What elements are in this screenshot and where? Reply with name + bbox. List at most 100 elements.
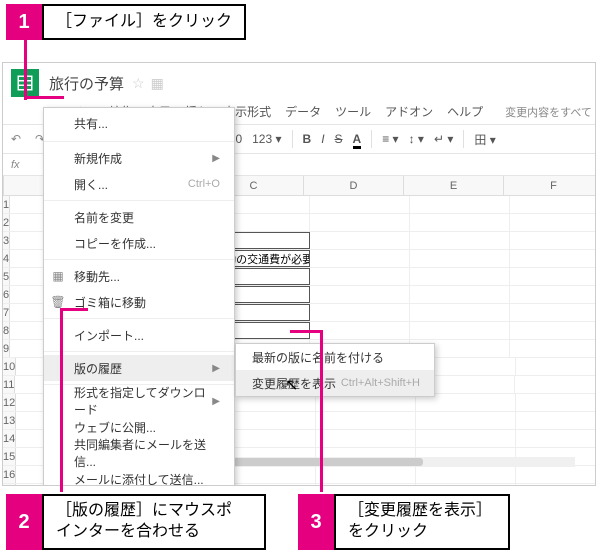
undo-icon[interactable]: ↶ [11,132,25,146]
cell[interactable] [410,286,510,303]
cell[interactable] [410,196,510,213]
cell[interactable] [310,268,410,285]
column-header-f[interactable]: F [504,176,596,195]
submenu-show-history[interactable]: 変更履歴を表示 Ctrl+Alt+Shift+H [236,370,434,396]
cell[interactable] [516,466,596,483]
cell[interactable] [410,304,510,321]
cell[interactable] [310,214,410,231]
cell[interactable] [310,196,410,213]
document-title[interactable]: 旅行の予算 [49,73,124,94]
file-menu-share[interactable]: 共有... [44,108,234,138]
menu-help[interactable]: ヘルプ [447,103,483,120]
cell[interactable] [316,430,416,447]
file-menu-import[interactable]: インポート... [44,322,234,348]
submenu-arrow-icon: ▶ [212,153,220,164]
file-menu-email-attachment[interactable]: メールに添付して送信... [44,466,234,486]
cell[interactable] [510,286,596,303]
file-menu-copy[interactable]: コピーを作成... [44,230,234,256]
cell[interactable] [510,322,596,339]
cell[interactable] [310,250,410,267]
scrollbar-thumb[interactable] [233,458,423,466]
cell[interactable] [416,484,516,486]
cell[interactable] [316,466,416,483]
column-header-e[interactable]: E [404,176,504,195]
cell[interactable] [516,358,596,375]
cell[interactable] [310,286,410,303]
borders-button[interactable]: 田 ▾ [474,131,495,148]
cell[interactable] [410,250,510,267]
cell[interactable] [410,232,510,249]
row-header[interactable]: 9 [3,340,10,357]
cell[interactable] [416,430,516,447]
row-header[interactable]: 4 [3,250,10,267]
cell[interactable] [510,268,596,285]
star-icon[interactable]: ☆ [132,75,145,92]
cell[interactable] [510,214,596,231]
align-button[interactable]: ≡ ▾ [382,132,398,146]
cell[interactable] [416,466,516,483]
cell[interactable] [410,214,510,231]
row-header[interactable]: 14 [3,430,16,447]
valign-button[interactable]: ↕ ▾ [409,132,424,146]
cell[interactable] [510,196,596,213]
row-header[interactable]: 11 [3,376,15,393]
cell[interactable] [516,412,596,429]
cell[interactable] [410,322,510,339]
row-header[interactable]: 3 [3,232,10,249]
bold-button[interactable]: B [303,132,312,146]
row-header[interactable]: 10 [3,358,16,375]
cell[interactable] [510,250,596,267]
cell[interactable] [416,412,516,429]
text-color-button[interactable]: A [353,132,362,146]
menu-tools[interactable]: ツール [335,103,371,120]
file-menu-rename[interactable]: 名前を変更 [44,204,234,230]
row-header[interactable]: 6 [3,286,10,303]
file-menu-trash[interactable]: 🗑 ゴミ箱に移動 [44,289,234,315]
version-history-submenu: 最新の版に名前を付ける 変更履歴を表示 Ctrl+Alt+Shift+H [235,343,435,397]
menu-data[interactable]: データ [285,103,321,120]
row-header[interactable]: 13 [3,412,16,429]
row-header[interactable]: 8 [3,322,10,339]
row-header[interactable]: 1 [3,196,10,213]
cell[interactable] [316,484,416,486]
callout-connector [24,96,64,99]
cell[interactable] [310,304,410,321]
cell[interactable] [510,232,596,249]
cell[interactable] [310,232,410,249]
cell[interactable] [515,376,596,393]
cell[interactable] [310,322,410,339]
submenu-name-version[interactable]: 最新の版に名前を付ける [236,344,434,370]
row-header[interactable]: 15 [3,448,16,465]
cell[interactable] [510,340,596,357]
cell[interactable] [316,412,416,429]
file-menu-email-collaborators[interactable]: 共同編集者にメールを送信... [44,440,234,466]
wrap-button[interactable]: ↵ ▾ [434,132,453,146]
menu-separator [44,141,234,142]
toolbar-separator [371,130,372,148]
row-header[interactable]: 17 [3,484,16,486]
row-header[interactable]: 2 [3,214,10,231]
horizontal-scrollbar[interactable] [233,457,575,467]
row-header[interactable]: 5 [3,268,10,285]
row-header[interactable]: 16 [3,466,16,483]
file-menu-open[interactable]: 開く...Ctrl+O [44,171,234,197]
cell[interactable] [410,268,510,285]
save-status: 変更内容をすべてドライブに保存しました [505,104,596,120]
menu-addons[interactable]: アドオン [385,103,433,120]
row-header[interactable]: 12 [3,394,16,411]
number-format-button[interactable]: 123 ▾ [252,132,281,146]
folder-icon[interactable]: ▦ [151,75,164,92]
cell[interactable] [516,394,596,411]
file-menu-download[interactable]: 形式を指定してダウンロード▶ [44,388,234,414]
cell[interactable] [516,484,596,486]
column-header-d[interactable]: D [304,176,404,195]
cell[interactable] [516,430,596,447]
file-menu-move[interactable]: ▦ 移動先... [44,263,234,289]
row-header[interactable]: 7 [3,304,10,321]
file-menu-version-history[interactable]: 版の履歴▶ [44,355,234,381]
cell[interactable] [510,304,596,321]
file-menu-new[interactable]: 新規作成▶ [44,145,234,171]
italic-button[interactable]: I [321,132,324,146]
strikethrough-button[interactable]: S [335,132,343,146]
trash-icon: 🗑 [51,295,65,309]
